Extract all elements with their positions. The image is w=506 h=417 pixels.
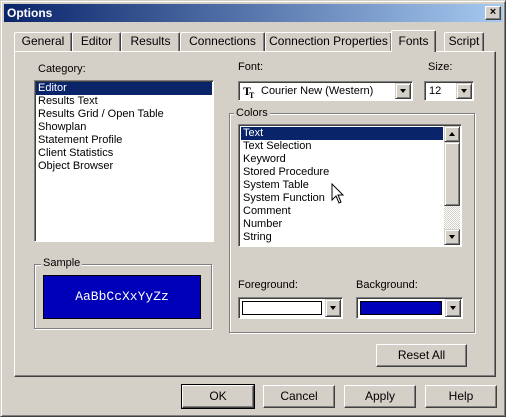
tab-connection-properties[interactable]: Connection Properties bbox=[265, 32, 392, 51]
color-item-number[interactable]: Number bbox=[241, 218, 443, 231]
chevron-down-icon bbox=[330, 306, 336, 310]
scroll-up-button[interactable] bbox=[444, 126, 460, 142]
size-combobox[interactable]: 12 bbox=[424, 81, 474, 101]
category-item-showplan[interactable]: Showplan bbox=[36, 121, 212, 134]
category-list[interactable]: Editor Results Text Results Grid / Open … bbox=[34, 80, 214, 242]
foreground-dropdown-button[interactable] bbox=[325, 299, 341, 317]
tab-connections[interactable]: Connections bbox=[180, 32, 265, 51]
title-bar[interactable]: Options × bbox=[4, 4, 503, 22]
options-dialog: Options × General Editor Results Connect… bbox=[0, 0, 506, 417]
colors-scrollbar[interactable] bbox=[444, 126, 460, 245]
tab-script[interactable]: Script bbox=[444, 32, 484, 51]
scroll-down-button[interactable] bbox=[444, 229, 460, 245]
tab-general[interactable]: General bbox=[14, 32, 72, 51]
font-value: Courier New (Western) bbox=[261, 85, 374, 97]
tab-fonts[interactable]: Fonts bbox=[391, 30, 436, 52]
close-button[interactable]: × bbox=[485, 6, 501, 20]
tab-label: Results bbox=[130, 34, 171, 48]
tab-label: Script bbox=[448, 34, 480, 48]
color-item-stored-procedure[interactable]: Stored Procedure bbox=[241, 166, 443, 179]
cancel-button[interactable]: Cancel bbox=[263, 385, 335, 408]
category-item-client-statistics[interactable]: Client Statistics bbox=[36, 147, 212, 160]
tab-results[interactable]: Results bbox=[121, 32, 180, 51]
background-dropdown-button[interactable] bbox=[445, 299, 461, 317]
colors-group: Colors Text Text Selection Keyword Store… bbox=[229, 107, 475, 333]
tab-label: Editor bbox=[80, 34, 113, 48]
apply-button[interactable]: Apply bbox=[344, 385, 416, 408]
category-item-results-text[interactable]: Results Text bbox=[36, 95, 212, 108]
chevron-up-icon bbox=[449, 132, 455, 136]
reset-all-button[interactable]: Reset All bbox=[376, 344, 467, 367]
color-item-keyword[interactable]: Keyword bbox=[241, 153, 443, 166]
category-label: Category: bbox=[38, 63, 86, 75]
help-button[interactable]: Help bbox=[425, 385, 497, 408]
foreground-label: Foreground: bbox=[238, 279, 298, 291]
chevron-down-icon bbox=[400, 89, 406, 93]
foreground-color-picker[interactable] bbox=[238, 297, 343, 319]
font-dropdown-button[interactable] bbox=[395, 83, 411, 99]
colors-list[interactable]: Text Text Selection Keyword Stored Proce… bbox=[238, 124, 462, 247]
font-label: Font: bbox=[238, 61, 264, 73]
size-dropdown-button[interactable] bbox=[456, 83, 472, 99]
color-item-comment[interactable]: Comment bbox=[241, 205, 443, 218]
background-color-swatch bbox=[360, 301, 442, 315]
category-item-results-grid[interactable]: Results Grid / Open Table bbox=[36, 108, 212, 121]
chevron-down-icon bbox=[449, 235, 455, 239]
tab-label: Fonts bbox=[398, 34, 429, 48]
close-icon: × bbox=[489, 6, 497, 18]
color-item-string[interactable]: String bbox=[241, 231, 443, 244]
tab-label: Connections bbox=[189, 34, 256, 48]
size-label: Size: bbox=[428, 61, 453, 73]
window-title: Options bbox=[7, 6, 53, 20]
scroll-thumb[interactable] bbox=[444, 142, 460, 206]
tab-label: General bbox=[21, 34, 65, 48]
ok-button[interactable]: OK bbox=[181, 384, 255, 409]
sample-preview: AaBbCcXxYyZz bbox=[43, 275, 201, 319]
category-item-editor[interactable]: Editor bbox=[36, 82, 212, 95]
sample-label: Sample bbox=[41, 257, 83, 270]
chevron-down-icon bbox=[450, 306, 456, 310]
colors-label: Colors bbox=[234, 107, 270, 120]
category-item-statement-profile[interactable]: Statement Profile bbox=[36, 134, 212, 147]
truetype-font-icon: TT bbox=[243, 84, 256, 100]
tab-label: Connection Properties bbox=[269, 34, 388, 48]
sample-group: Sample AaBbCcXxYyZz bbox=[34, 257, 212, 329]
tab-editor[interactable]: Editor bbox=[72, 32, 121, 51]
font-combobox[interactable]: TT Courier New (Western) bbox=[238, 81, 413, 101]
mouse-cursor-icon bbox=[331, 183, 345, 204]
foreground-color-swatch bbox=[242, 301, 322, 315]
sample-text: AaBbCcXxYyZz bbox=[75, 289, 169, 304]
chevron-down-icon bbox=[461, 89, 467, 93]
font-icon-sub: T bbox=[249, 91, 255, 100]
color-item-text[interactable]: Text bbox=[241, 127, 443, 140]
category-item-object-browser[interactable]: Object Browser bbox=[36, 160, 212, 173]
background-color-picker[interactable] bbox=[356, 297, 463, 319]
color-item-text-selection[interactable]: Text Selection bbox=[241, 140, 443, 153]
size-value: 12 bbox=[429, 85, 442, 97]
background-label: Background: bbox=[356, 279, 418, 291]
